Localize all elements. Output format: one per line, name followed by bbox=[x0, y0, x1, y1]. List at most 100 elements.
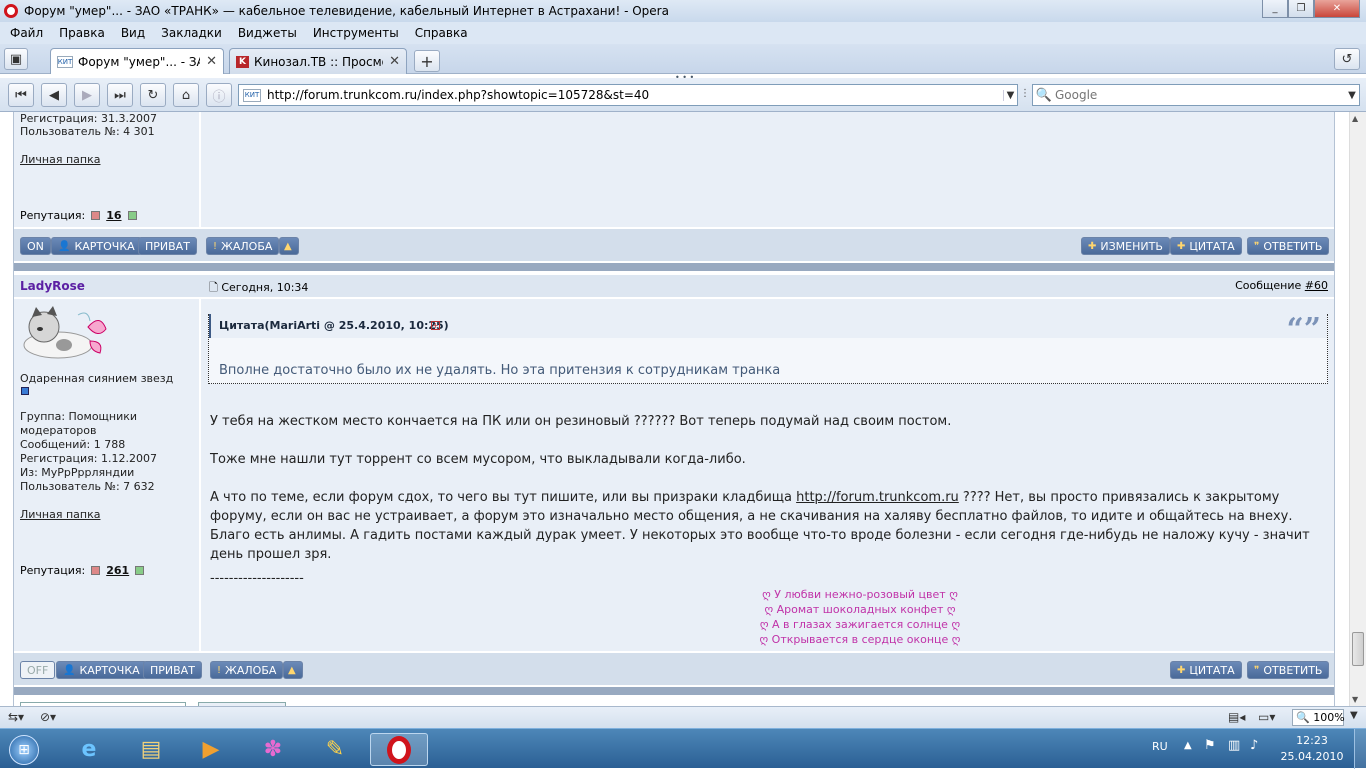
tab-forum[interactable]: КИТ Форум "умер"... - ЗА... ✕ bbox=[50, 48, 224, 74]
scroll-top-button[interactable]: ▲ bbox=[283, 661, 303, 679]
site-favicon-icon: КИТ bbox=[243, 88, 261, 102]
private-message-button[interactable]: ПРИВАТ bbox=[138, 237, 197, 255]
internet-explorer-icon[interactable]: e bbox=[64, 733, 114, 766]
edit-button[interactable]: ✚ ИЗМЕНИТЬ bbox=[1081, 237, 1170, 255]
scroll-top-button[interactable]: ▲ bbox=[279, 237, 299, 255]
quote-button[interactable]: ✚ ЦИТАТА bbox=[1170, 661, 1242, 679]
language-indicator[interactable]: RU bbox=[1152, 740, 1168, 753]
panel-toggle-icon[interactable]: ▣ bbox=[4, 48, 28, 70]
close-button[interactable]: ✕ bbox=[1314, 0, 1360, 18]
forum-link[interactable]: http://forum.trunkcom.ru bbox=[796, 490, 959, 505]
reputation-value[interactable]: 16 bbox=[106, 209, 121, 222]
toolbar-divider-icon[interactable]: ⋮ bbox=[1020, 88, 1030, 99]
tray-volume-icon[interactable]: ♪ bbox=[1250, 738, 1258, 753]
start-button[interactable]: ⊞ bbox=[2, 733, 46, 766]
maximize-button[interactable]: ❐ bbox=[1288, 0, 1314, 18]
search-dropdown-icon[interactable]: ▼ bbox=[1345, 90, 1359, 101]
menu-view[interactable]: Вид bbox=[121, 26, 145, 40]
windows-logo-icon: ⊞ bbox=[9, 734, 39, 765]
menu-edit[interactable]: Правка bbox=[59, 26, 105, 40]
transfer-icon[interactable]: ⇆▾ bbox=[8, 710, 24, 724]
tray-flag-icon[interactable]: ⚑ bbox=[1204, 738, 1216, 753]
menu-bookmarks[interactable]: Закладки bbox=[161, 26, 222, 40]
layout-icon[interactable]: ▭▾ bbox=[1258, 710, 1275, 724]
quote-header: Цитата(MariArti @ 25.4.2010, 10:25) + “” bbox=[209, 312, 1327, 347]
tab-kinozal[interactable]: K Кинозал.ТВ :: Просмо... ✕ bbox=[229, 48, 407, 74]
rep-minus-icon[interactable] bbox=[91, 211, 101, 220]
media-player-icon[interactable]: ▶ bbox=[186, 733, 236, 766]
clock-time[interactable]: 12:23 bbox=[1282, 734, 1342, 747]
minimize-button[interactable]: _ bbox=[1262, 0, 1288, 18]
post-paragraph: Тоже мне нашли тут торрент со всем мусор… bbox=[210, 452, 746, 467]
home-icon[interactable]: ⌂ bbox=[173, 83, 199, 107]
new-tab-icon[interactable]: + bbox=[414, 50, 440, 72]
address-bar[interactable]: КИТ ▼ bbox=[238, 84, 1018, 106]
user-number: Пользователь №: 7 632 bbox=[20, 480, 155, 493]
quote-source-icon[interactable]: + bbox=[431, 321, 440, 330]
show-desktop-button[interactable] bbox=[1354, 729, 1366, 769]
personal-folder-link[interactable]: Личная папка bbox=[20, 508, 100, 521]
tray-expand-icon[interactable]: ▲ bbox=[1184, 740, 1192, 751]
online-status-button[interactable]: ON bbox=[20, 237, 51, 255]
report-button[interactable]: ! ЖАЛОБА bbox=[206, 237, 280, 255]
fast-forward-icon[interactable]: ⏭ bbox=[107, 83, 133, 107]
plus-icon: ✚ bbox=[1177, 664, 1186, 676]
message-count: Сообщений: 1 788 bbox=[20, 438, 126, 451]
window-titlebar: Форум "умер"... - ЗАО «ТРАНК» — кабельно… bbox=[0, 0, 1366, 22]
reply-button[interactable]: ❞ ОТВЕТИТЬ bbox=[1247, 237, 1330, 255]
reload-icon[interactable]: ↻ bbox=[140, 83, 166, 107]
reputation: Репутация: 261 bbox=[20, 564, 150, 577]
vertical-scrollbar[interactable]: ▲ ▼ bbox=[1349, 112, 1366, 706]
menu-help[interactable]: Справка bbox=[415, 26, 468, 40]
search-input[interactable] bbox=[1055, 88, 1345, 102]
menu-file[interactable]: Файл bbox=[10, 26, 43, 40]
opera-taskbar-button[interactable] bbox=[370, 733, 428, 766]
profile-card-button[interactable]: 👤 КАРТОЧКА bbox=[51, 237, 142, 255]
view-icon[interactable]: ▤◂ bbox=[1228, 710, 1245, 724]
signature-poem: ღ У любви нежно-розовый цвет ღ ღ Аромат … bbox=[560, 587, 1160, 647]
menu-widgets[interactable]: Виджеты bbox=[238, 26, 297, 40]
user-icon: 👤 bbox=[58, 240, 71, 252]
scroll-up-icon[interactable]: ▲ bbox=[1352, 114, 1358, 123]
post-header: LadyRose 🗋 Сегодня, 10:34 Сообщение #60 bbox=[14, 275, 1334, 297]
app-pinwheel-icon[interactable]: ✽ bbox=[248, 733, 298, 766]
tab-close-icon[interactable]: ✕ bbox=[206, 54, 217, 69]
offline-status-button[interactable]: OFF bbox=[20, 661, 56, 679]
rep-plus-icon[interactable] bbox=[135, 566, 145, 575]
reputation-value[interactable]: 261 bbox=[106, 564, 129, 577]
search-box[interactable]: 🔍 ▼ bbox=[1032, 84, 1360, 106]
forward-icon[interactable]: ▶ bbox=[74, 83, 100, 107]
url-dropdown-icon[interactable]: ▼ bbox=[1003, 89, 1017, 101]
profile-card-button[interactable]: 👤 КАРТОЧКА bbox=[56, 661, 147, 679]
security-icon: ⓘ bbox=[206, 83, 232, 107]
explorer-folder-icon[interactable]: ▤ bbox=[126, 733, 176, 766]
tab-close-icon[interactable]: ✕ bbox=[389, 54, 400, 69]
rep-minus-icon[interactable] bbox=[91, 566, 101, 575]
reputation-label: Репутация: bbox=[20, 209, 86, 222]
menu-tools[interactable]: Инструменты bbox=[313, 26, 399, 40]
report-button[interactable]: ! ЖАЛОБА bbox=[210, 661, 284, 679]
clock-date[interactable]: 25.04.2010 bbox=[1278, 750, 1346, 763]
zoom-control[interactable]: 🔍 100% bbox=[1292, 709, 1345, 726]
app-shortcut-icon[interactable]: ✎ bbox=[310, 733, 360, 766]
post-paragraph: А что по теме, если форум сдох, то чего … bbox=[210, 490, 1310, 562]
author-name[interactable]: LadyRose bbox=[20, 279, 85, 293]
url-input[interactable] bbox=[261, 88, 1003, 102]
private-message-button[interactable]: ПРИВАТ bbox=[143, 661, 202, 679]
rewind-icon[interactable]: ⏮ bbox=[8, 83, 34, 107]
personal-folder-link[interactable]: Личная папка bbox=[20, 153, 100, 166]
prev-post-userinfo: Регистрация: 31.3.2007 Пользователь №: 4… bbox=[14, 112, 201, 227]
user-location: Из: МуРрРррляндии bbox=[20, 466, 135, 479]
rep-plus-icon[interactable] bbox=[127, 211, 137, 220]
message-link[interactable]: #60 bbox=[1305, 279, 1328, 292]
scroll-down-icon[interactable]: ▼ bbox=[1352, 695, 1358, 704]
back-icon[interactable]: ◀ bbox=[41, 83, 67, 107]
closed-tabs-icon[interactable]: ↺ bbox=[1334, 48, 1360, 70]
block-content-icon[interactable]: ⊘▾ bbox=[40, 710, 56, 724]
tray-network-icon[interactable]: ▥ bbox=[1228, 738, 1240, 753]
zoom-icon: 🔍 bbox=[1296, 711, 1310, 724]
zoom-dropdown-icon[interactable]: ▼ bbox=[1350, 710, 1358, 721]
scroll-thumb[interactable] bbox=[1352, 632, 1364, 666]
reply-button[interactable]: ❞ ОТВЕТИТЬ bbox=[1247, 661, 1330, 679]
quote-button[interactable]: ✚ ЦИТАТА bbox=[1170, 237, 1242, 255]
